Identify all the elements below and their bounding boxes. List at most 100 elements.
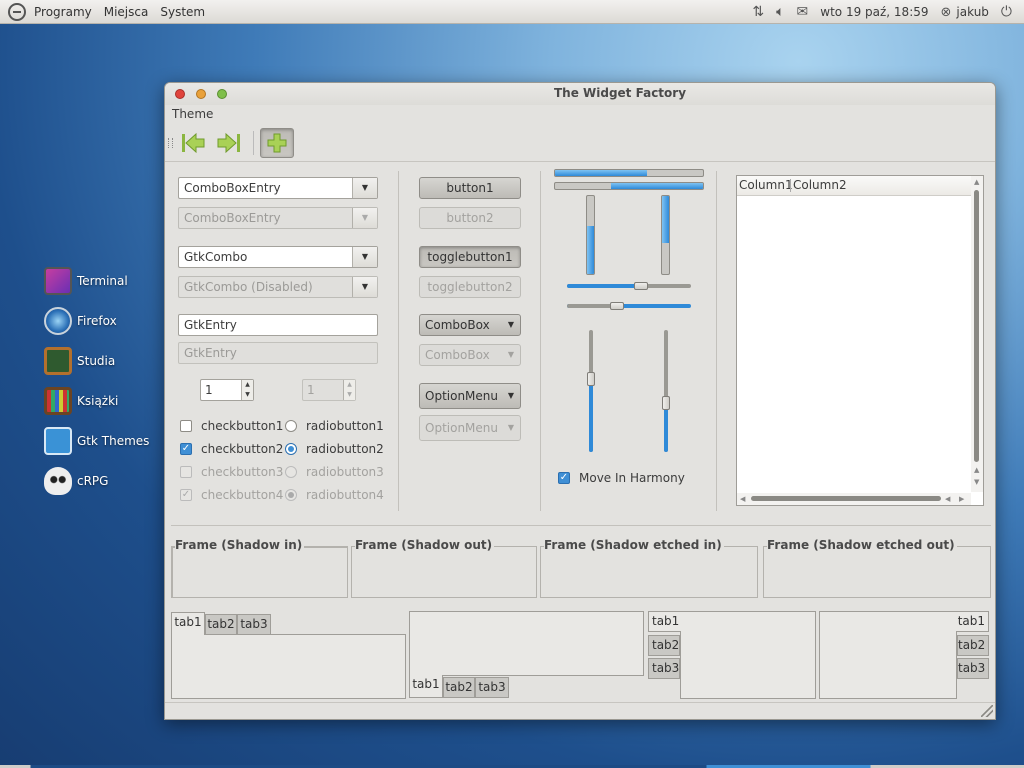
button2: button2 (419, 207, 521, 229)
menu-miejsca[interactable]: Miejsca (104, 5, 149, 19)
notebook-right-tab2[interactable]: tab2 (957, 635, 989, 656)
user-menu[interactable]: ⊗ jakub (941, 5, 989, 20)
skull-icon (44, 467, 72, 495)
chevron-down-icon[interactable]: ▼ (352, 178, 377, 198)
go-last-icon (217, 132, 240, 154)
vertical-scrollbar[interactable]: ▲ ▲ ▼ (971, 176, 983, 492)
gtkentry[interactable]: GtkEntry (178, 314, 378, 336)
go-first-button[interactable] (177, 128, 209, 158)
notebook-bottom-tab1[interactable]: tab1 (409, 675, 443, 698)
scroll-left-icon[interactable]: ◀ (740, 495, 745, 503)
title-bar[interactable]: The Widget Factory (165, 83, 995, 105)
gtkcombo-disabled: GtkCombo (Disabled) ▼ (178, 276, 378, 298)
frame-shadow-etched-in: Frame (Shadow etched in) (540, 538, 758, 598)
radiobutton1[interactable]: radiobutton1 (285, 419, 384, 433)
launcher-ksiazki[interactable]: Książki (44, 387, 118, 415)
tree-view[interactable]: Column1 Column2 ▲ ▲ ▼ ◀ ◀ ▶ (736, 175, 984, 506)
mail-icon[interactable]: ✉ (797, 4, 809, 20)
checkbutton4-label: checkbutton4 (201, 488, 284, 502)
vscale-2[interactable] (662, 330, 670, 452)
checkbutton3-label: checkbutton3 (201, 465, 284, 479)
notebook-left-tab2[interactable]: tab2 (648, 635, 680, 656)
column1-header[interactable]: Column1 (739, 178, 793, 192)
horizontal-scrollbar[interactable]: ◀ ◀ ▶ (737, 493, 971, 505)
radiobutton4: radiobutton4 (285, 488, 384, 502)
resize-grip-icon[interactable] (981, 705, 993, 717)
comboboxentry[interactable]: ComboBoxEntry ▼ (178, 177, 378, 199)
optionmenu[interactable]: OptionMenu ▼ (419, 383, 521, 409)
checkbutton2[interactable]: ✓ checkbutton2 (180, 442, 283, 456)
column-separator (716, 171, 717, 511)
gtkentry-disabled-text: GtkEntry (184, 346, 237, 360)
launcher-studia[interactable]: Studia (44, 347, 115, 375)
scrollbar-thumb[interactable] (751, 496, 941, 501)
notebook-right-tab3[interactable]: tab3 (957, 658, 989, 679)
launcher-firefox[interactable]: Firefox (44, 307, 117, 335)
toolbar-grip[interactable] (168, 138, 173, 148)
launcher-terminal[interactable]: Terminal (44, 267, 128, 295)
scroll-up-icon[interactable]: ▲ (974, 178, 979, 186)
radiobutton3-label: radiobutton3 (306, 465, 384, 479)
add-button[interactable] (260, 128, 294, 158)
go-last-button[interactable] (213, 128, 245, 158)
launcher-label: Gtk Themes (77, 434, 150, 448)
progress-bar-horizontal-1 (554, 169, 704, 177)
vscale-1[interactable] (587, 330, 595, 452)
combobox[interactable]: ComboBox ▼ (419, 314, 521, 336)
checkbutton1[interactable]: checkbutton1 (180, 419, 283, 433)
scrollbar-thumb[interactable] (974, 190, 979, 462)
chevron-down-icon[interactable]: ▼ (352, 247, 377, 267)
hscale-2[interactable] (567, 302, 691, 310)
notebook-top-tab1[interactable]: tab1 (171, 612, 205, 635)
scale-slider-handle[interactable] (634, 282, 649, 290)
notebook-left-tab3[interactable]: tab3 (648, 658, 680, 679)
radiobutton4-label: radiobutton4 (306, 488, 384, 502)
checkbox-checked-icon: ✓ (180, 489, 192, 501)
notebook-top-tab2[interactable]: tab2 (205, 614, 237, 635)
clock[interactable]: wto 19 paź, 18:59 (820, 5, 928, 19)
add-icon (267, 133, 287, 153)
column2-header[interactable]: Column2 (793, 178, 847, 192)
gtk-themes-icon (44, 427, 72, 455)
menu-programy[interactable]: Programy (34, 5, 92, 19)
network-icon[interactable]: ⇅ (752, 4, 764, 20)
terminal-icon (44, 267, 72, 295)
hscale-1[interactable] (567, 282, 691, 290)
scroll-down-icon[interactable]: ▼ (974, 478, 979, 486)
gtkcombo[interactable]: GtkCombo ▼ (178, 246, 378, 268)
ubuntu-logo-icon[interactable] (8, 2, 26, 21)
notebook-bottom-tab2[interactable]: tab2 (443, 677, 475, 698)
scale-slider-handle[interactable] (587, 371, 595, 386)
scroll-right-icon[interactable]: ▶ (959, 495, 964, 503)
launcher-label: Firefox (77, 314, 117, 328)
launcher-gtk-themes[interactable]: Gtk Themes (44, 427, 149, 455)
menu-system[interactable]: System (160, 5, 205, 19)
togglebutton1[interactable]: togglebutton1 (419, 246, 521, 268)
notebook-bottom-tab3[interactable]: tab3 (475, 677, 509, 698)
scale-slider-handle[interactable] (662, 396, 670, 411)
volume-icon[interactable]: 🔈︎ (776, 4, 784, 20)
move-in-harmony-check[interactable]: ✓ Move In Harmony (558, 471, 685, 485)
frame-title: Frame (Shadow in) (175, 538, 305, 552)
launcher-crpg[interactable]: cRPG (44, 467, 108, 495)
notebook-right-tab1[interactable]: tab1 (956, 611, 989, 632)
scale-fill (589, 378, 593, 452)
radiobutton2[interactable]: radiobutton2 (285, 442, 384, 456)
notebook-left-tab1[interactable]: tab1 (648, 611, 681, 632)
togglebutton2: togglebutton2 (419, 276, 521, 298)
spinbutton-disabled: 1 ▲ ▼ (302, 379, 356, 401)
spinbutton[interactable]: 1 ▲ ▼ (200, 379, 254, 401)
scale-slider-handle[interactable] (609, 302, 624, 310)
button1[interactable]: button1 (419, 177, 521, 199)
horizontal-separator (171, 525, 991, 526)
power-icon[interactable]: ⏻ (1001, 4, 1012, 20)
radiobutton2-label: radiobutton2 (306, 442, 384, 456)
launcher-label: Studia (77, 354, 116, 368)
gtkentry-text: GtkEntry (184, 318, 237, 332)
progress-bar-vertical-2 (661, 195, 670, 275)
scroll-up-icon[interactable]: ▲ (974, 466, 979, 474)
spin-arrows-icon[interactable]: ▲ ▼ (241, 380, 253, 400)
scroll-left-icon[interactable]: ◀ (945, 495, 950, 503)
notebook-top-tab3[interactable]: tab3 (237, 614, 271, 635)
menu-theme[interactable]: Theme (172, 107, 213, 121)
